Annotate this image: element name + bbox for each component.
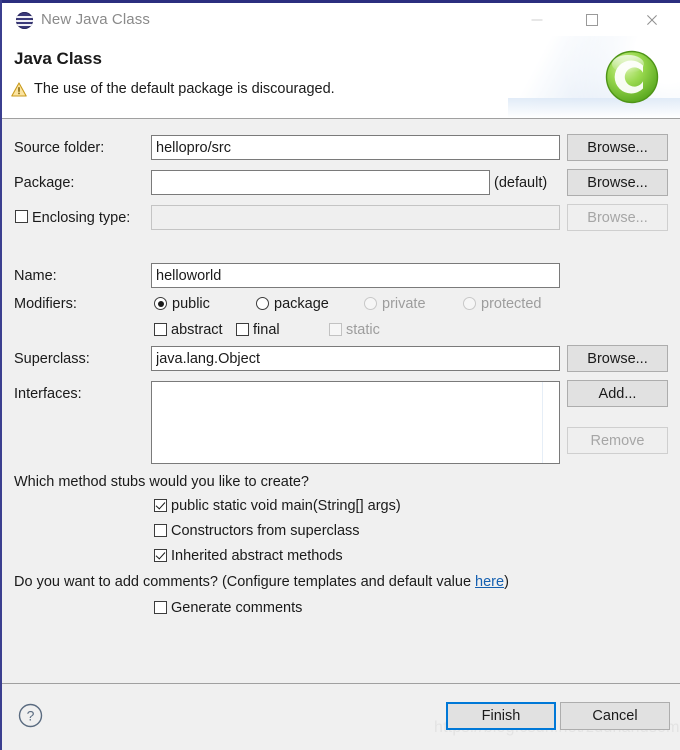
package-input[interactable]: [151, 170, 490, 195]
modifier-label-protected: protected: [481, 296, 542, 312]
superclass-browse-button[interactable]: Browse...: [567, 345, 668, 372]
stub-checkbox-constructors[interactable]: [154, 524, 167, 537]
help-question-icon[interactable]: ?: [18, 703, 43, 728]
interfaces-listbox[interactable]: [151, 381, 560, 464]
close-button[interactable]: [629, 3, 674, 36]
enclosing-type-input[interactable]: [151, 205, 560, 230]
stub-checkbox-inherited[interactable]: [154, 549, 167, 562]
maximize-icon: [585, 13, 598, 26]
interfaces-scrollbar[interactable]: [542, 382, 559, 463]
green-c-circle-icon: [603, 48, 661, 106]
package-default-note: (default): [494, 175, 548, 191]
method-stubs-question: Which method stubs would you like to cre…: [14, 474, 309, 490]
modifier-checkbox-final[interactable]: [236, 323, 249, 336]
modifier-label-final: final: [253, 322, 280, 338]
eclipse-sphere-icon: [16, 12, 33, 29]
modifier-label-abstract: abstract: [171, 322, 223, 338]
minimize-button[interactable]: [514, 3, 559, 36]
source-folder-label: Source folder:: [14, 140, 105, 156]
window-title: New Java Class: [41, 11, 150, 28]
enclosing-type-browse-button[interactable]: Browse...: [567, 204, 668, 231]
new-java-class-dialog: New Java Class Java Class The use of the…: [0, 0, 680, 750]
banner-message: The use of the default package is discou…: [34, 81, 335, 97]
superclass-label: Superclass:: [14, 351, 90, 367]
generate-comments-checkbox[interactable]: [154, 601, 167, 614]
minimize-icon: [531, 19, 542, 20]
modifier-label-static: static: [346, 322, 380, 338]
comments-question-suffix: ): [504, 574, 509, 590]
maximize-button[interactable]: [569, 3, 614, 36]
modifier-checkbox-static[interactable]: [329, 323, 342, 336]
interfaces-add-button[interactable]: Add...: [567, 380, 668, 407]
stub-label-main: public static void main(String[] args): [171, 498, 401, 514]
modifier-radio-package[interactable]: [256, 297, 269, 310]
stub-label-inherited: Inherited abstract methods: [171, 548, 343, 564]
finish-button[interactable]: Finish: [446, 702, 556, 730]
package-browse-button[interactable]: Browse...: [567, 169, 668, 196]
modifiers-label: Modifiers:: [14, 296, 77, 312]
name-label: Name:: [14, 268, 57, 284]
modifier-radio-public[interactable]: [154, 297, 167, 310]
svg-text:?: ?: [27, 708, 35, 724]
modifier-label-public: public: [172, 296, 210, 312]
superclass-input[interactable]: [151, 346, 560, 371]
comments-question: Do you want to add comments? (Configure …: [14, 574, 509, 590]
stub-label-constructors: Constructors from superclass: [171, 523, 360, 539]
source-folder-input[interactable]: [151, 135, 560, 160]
cancel-button[interactable]: Cancel: [560, 702, 670, 730]
dialog-body: Source folder: Browse... Package: (defau…: [2, 119, 680, 682]
close-icon: [645, 13, 658, 26]
stub-checkbox-main[interactable]: [154, 499, 167, 512]
modifier-checkbox-abstract[interactable]: [154, 323, 167, 336]
class-name-input[interactable]: [151, 263, 560, 288]
title-bar: New Java Class: [2, 0, 680, 39]
enclosing-type-checkbox[interactable]: [15, 210, 28, 223]
comments-question-prefix: Do you want to add comments? (Configure …: [14, 574, 476, 590]
source-folder-browse-button[interactable]: Browse...: [567, 134, 668, 161]
package-label: Package:: [14, 175, 75, 191]
interfaces-remove-button[interactable]: Remove: [567, 427, 668, 454]
enclosing-type-label: Enclosing type:: [32, 210, 131, 226]
modifier-label-package: package: [274, 296, 329, 312]
generate-comments-label: Generate comments: [171, 600, 303, 616]
modifier-label-private: private: [382, 296, 426, 312]
interfaces-label: Interfaces:: [14, 386, 82, 402]
dialog-banner: Java Class The use of the default packag…: [2, 36, 680, 119]
configure-templates-link[interactable]: here: [475, 574, 504, 590]
modifier-radio-private[interactable]: [364, 297, 377, 310]
warning-triangle-icon: [11, 82, 27, 97]
banner-heading: Java Class: [14, 49, 102, 68]
modifier-radio-protected[interactable]: [463, 297, 476, 310]
